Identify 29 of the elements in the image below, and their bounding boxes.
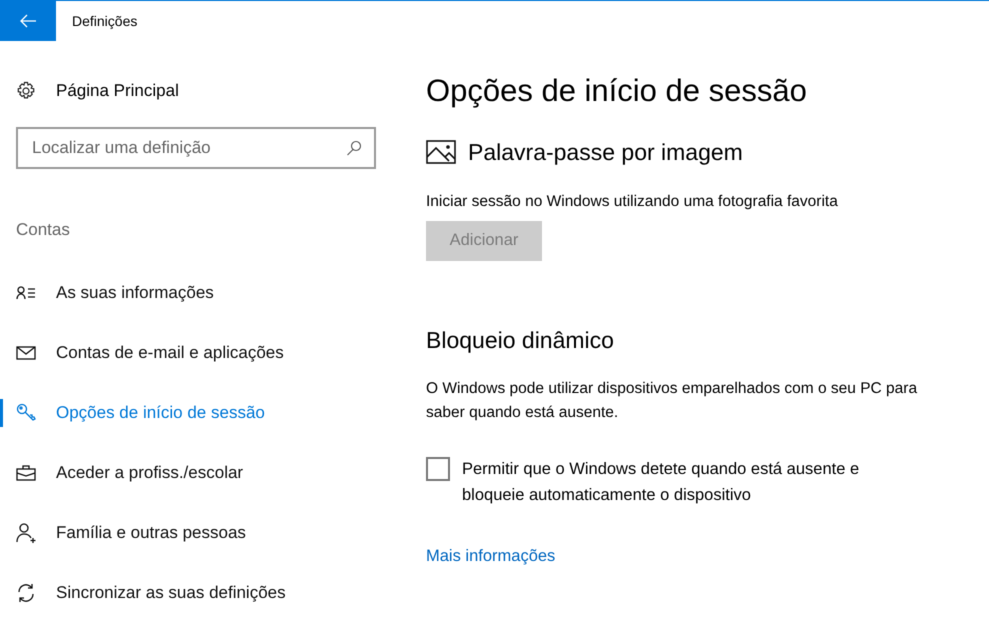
section-heading: Palavra-passe por imagem — [468, 138, 743, 167]
sync-icon — [16, 582, 36, 602]
key-icon — [16, 402, 36, 422]
nav-item[interactable]: As suas informações — [0, 262, 400, 322]
page-title: Opções de início de sessão — [426, 72, 808, 110]
back-arrow-icon — [20, 14, 36, 28]
briefcase-icon — [16, 464, 36, 480]
section-heading: Bloqueio dinâmico — [426, 326, 615, 355]
nav-item[interactable]: Opções de início de sessão — [0, 382, 400, 442]
nav-item[interactable]: Aceder a profiss./escolar — [0, 442, 400, 502]
search-icon — [346, 140, 362, 156]
mail-icon — [16, 346, 36, 360]
section-label: Contas — [16, 219, 71, 241]
settings-icon — [16, 81, 36, 101]
nav-item[interactable]: Família e outras pessoas — [0, 502, 400, 562]
person-add-icon — [16, 522, 36, 542]
more-info-link[interactable]: Mais informações — [426, 544, 556, 569]
window-title: Definições — [72, 12, 138, 31]
search-field[interactable]: Localizar uma definição — [16, 127, 376, 169]
checkbox-label: Permitir que o Windows detete quando está ausente e bloqueie automaticamente o dispositivo — [462, 459, 860, 506]
picture-icon — [426, 140, 456, 164]
home-item[interactable]: Página Principal — [0, 71, 400, 111]
profile-icon — [16, 286, 36, 300]
nav-item[interactable]: Contas de e-mail e aplicações — [0, 322, 400, 382]
selection-indicator — [0, 398, 3, 426]
description: Iniciar sessão no Windows utilizando uma fotografia favorita — [426, 192, 839, 212]
checkbox[interactable] — [426, 457, 450, 482]
nav-item[interactable]: Sincronizar as suas definições — [0, 562, 400, 617]
description: O Windows pode utilizar dispositivos emparelhados com o seu PC para saber quando está ausente. — [426, 379, 918, 424]
